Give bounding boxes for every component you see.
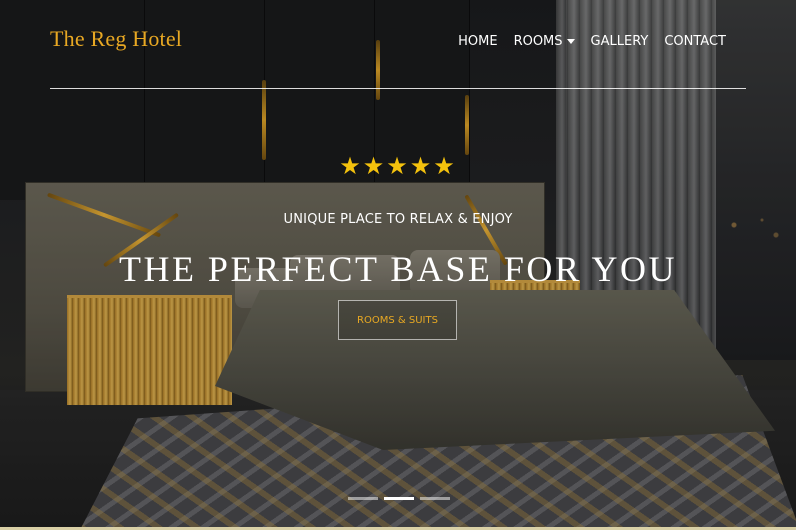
nav-home[interactable]: HOME: [458, 34, 497, 49]
nav-home-label: HOME: [458, 34, 498, 49]
nav-rooms-dropdown[interactable]: ROOMS: [514, 34, 575, 49]
carousel-indicators: [348, 497, 450, 500]
nav-contact-label: CONTACT: [664, 34, 726, 49]
hero-headline: THE PERFECT BASE FOR YOU: [118, 249, 678, 289]
nav-contact[interactable]: CONTACT: [664, 34, 726, 49]
nav-gallery-label: GALLERY: [590, 34, 649, 49]
caret-down-icon: [566, 39, 575, 44]
carousel-indicator[interactable]: [420, 497, 450, 500]
carousel-indicator-active[interactable]: [384, 497, 414, 500]
nav-gallery[interactable]: GALLERY: [591, 34, 649, 49]
nav-rooms-label: ROOMS: [513, 34, 563, 49]
rooms-suits-button[interactable]: ROOMS & SUITS: [338, 300, 457, 340]
carousel-indicator[interactable]: [348, 497, 378, 500]
navbar: The Reg Hotel HOME ROOMS GALLERY CONTACT: [50, 26, 746, 89]
hero-subtitle: UNIQUE PLACE TO RELAX & ENJOY: [283, 212, 513, 227]
rating-stars: ★★★★★: [339, 153, 457, 180]
brand-logo[interactable]: The Reg Hotel: [50, 26, 182, 52]
nav-links: HOME ROOMS GALLERY CONTACT: [458, 34, 726, 49]
rooms-suits-button-label: ROOMS & SUITS: [357, 314, 438, 326]
